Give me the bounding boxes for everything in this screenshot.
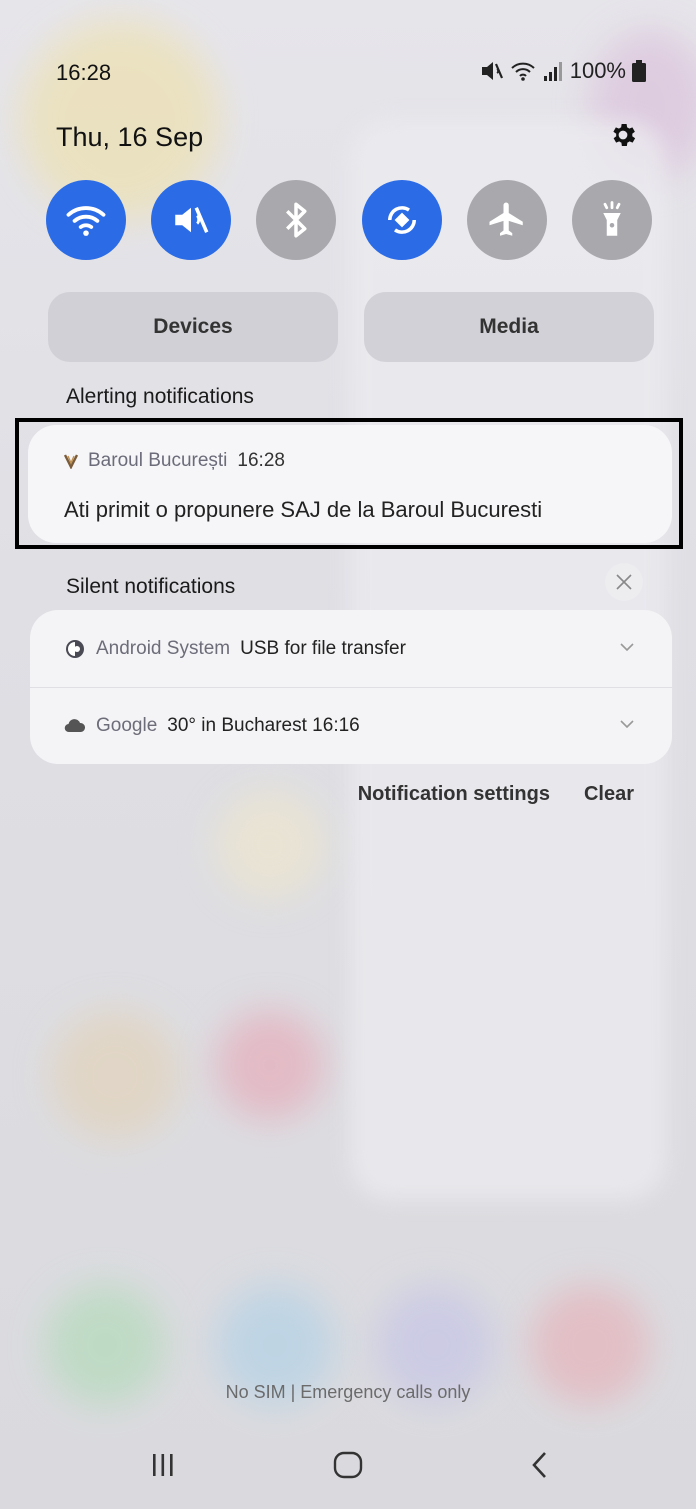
mute-icon: [481, 62, 503, 80]
notification-message: 30° in Bucharest 16:16: [167, 714, 360, 736]
media-button[interactable]: Media: [364, 292, 654, 362]
mute-toggle[interactable]: [151, 180, 232, 260]
battery-icon: [632, 60, 646, 82]
flashlight-toggle[interactable]: [571, 180, 652, 260]
home-button[interactable]: [318, 1440, 378, 1490]
battery-percentage: 100%: [569, 58, 626, 83]
sim-status-text: No SIM | Emergency calls only: [225, 1382, 471, 1402]
notification-actions: Notification settings Clear: [358, 783, 634, 806]
highlight-box: [15, 418, 683, 549]
airplane-toggle[interactable]: [466, 180, 547, 260]
devices-button[interactable]: Devices: [48, 292, 338, 362]
recent-apps-button[interactable]: [133, 1440, 193, 1490]
date-label: Thu, 16 Sep: [56, 122, 204, 152]
chevron-down-icon[interactable]: [618, 638, 636, 656]
airplane-icon: [489, 202, 523, 236]
alerting-notifications-label: Alerting notifications: [66, 385, 254, 408]
flashlight-icon: [603, 201, 621, 236]
home-icon: [333, 1451, 363, 1479]
gear-icon[interactable]: [608, 120, 638, 150]
bluetooth-icon: [286, 202, 307, 238]
silent-notifications-label: Silent notifications: [66, 575, 236, 598]
quick-settings-row: [46, 180, 652, 260]
bluetooth-toggle[interactable]: [256, 180, 337, 260]
notification-settings-button[interactable]: Notification settings: [358, 783, 550, 806]
wifi-icon: [511, 62, 535, 81]
status-icons: 100%: [480, 58, 646, 84]
notification-app-name: Android System: [96, 637, 231, 659]
cloud-icon: [64, 715, 86, 737]
silent-notifications-card: Android System USB for file transfer Goo…: [30, 610, 672, 764]
clear-button[interactable]: Clear: [584, 783, 634, 806]
android-system-notification[interactable]: Android System USB for file transfer: [30, 610, 672, 688]
clock-time: 16:28: [56, 60, 112, 85]
close-icon: [616, 574, 632, 590]
google-weather-notification[interactable]: Google 30° in Bucharest 16:16: [30, 687, 672, 764]
back-icon: [532, 1452, 546, 1478]
rotate-icon: [387, 206, 416, 234]
navigation-bar: [0, 1430, 696, 1500]
mute-icon: [175, 207, 209, 233]
chevron-down-icon[interactable]: [618, 715, 636, 733]
android-system-icon: [64, 638, 86, 660]
notification-app-name: Google: [96, 714, 158, 736]
wifi-icon: [66, 206, 106, 236]
back-button[interactable]: [510, 1440, 570, 1490]
notification-message: USB for file transfer: [240, 637, 406, 659]
auto-rotate-toggle[interactable]: [361, 180, 442, 260]
signal-icon: [543, 62, 562, 81]
recent-apps-icon: [153, 1454, 173, 1476]
wifi-toggle[interactable]: [46, 180, 126, 260]
dismiss-silent-button[interactable]: [605, 563, 643, 601]
